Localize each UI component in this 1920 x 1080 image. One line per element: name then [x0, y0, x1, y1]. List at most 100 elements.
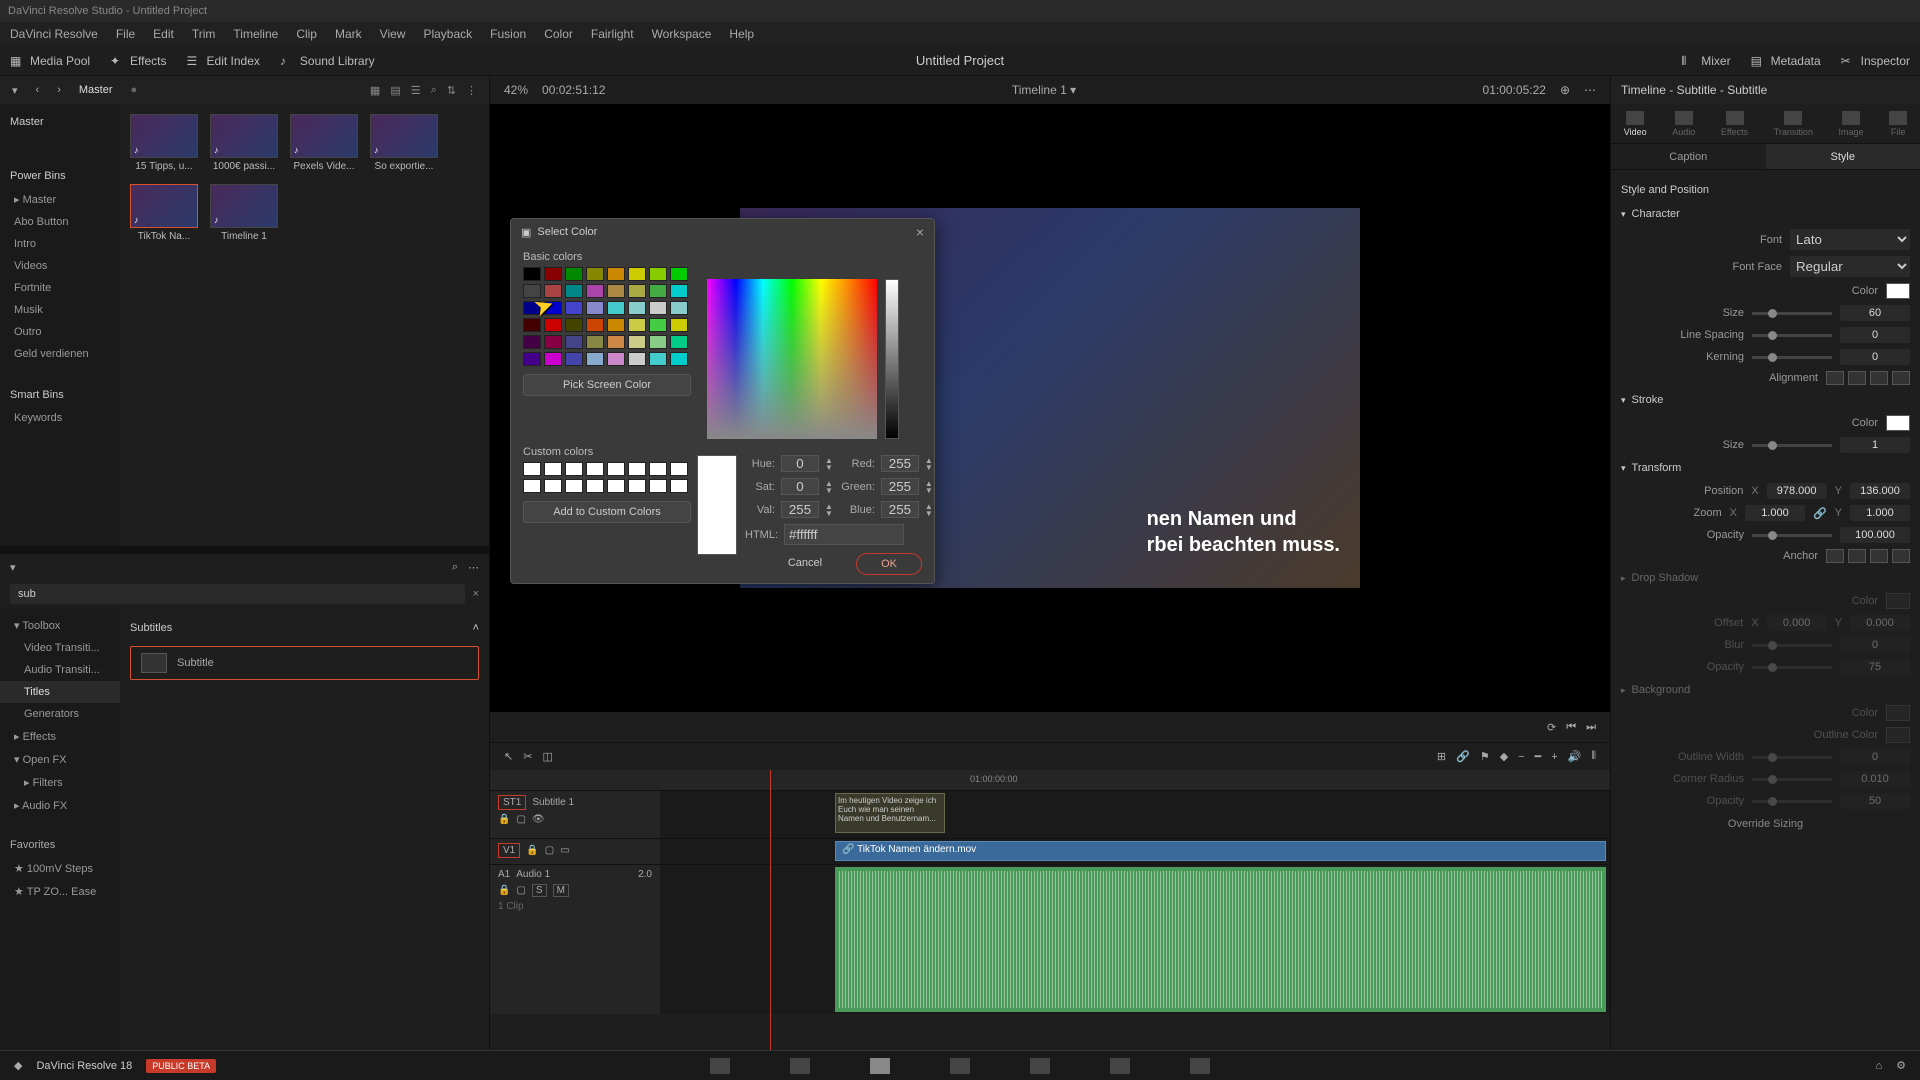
basic-swatch[interactable] [670, 318, 688, 332]
loop-icon[interactable]: ⟳ [1547, 721, 1556, 734]
kerning-input[interactable]: 0 [1840, 349, 1910, 365]
basic-swatch[interactable] [607, 335, 625, 349]
menu-item[interactable]: Fairlight [591, 27, 634, 41]
menu-item[interactable]: DaVinci Resolve [10, 27, 98, 41]
basic-swatch[interactable] [607, 352, 625, 366]
sound-library-button[interactable]: ♪Sound Library [280, 54, 375, 68]
custom-swatch[interactable] [670, 479, 688, 493]
favorite-item[interactable]: ★ 100mV Steps [0, 857, 120, 880]
spinner-icon[interactable]: ▲▼ [825, 480, 833, 494]
custom-swatch[interactable] [628, 462, 646, 476]
basic-swatch[interactable] [544, 318, 562, 332]
custom-swatch[interactable] [523, 462, 541, 476]
bin-item[interactable]: Intro [0, 233, 120, 255]
edit-page-icon[interactable] [870, 1058, 890, 1074]
custom-swatch[interactable] [565, 479, 583, 493]
menu-item[interactable]: Mark [335, 27, 362, 41]
ok-button[interactable]: OK [856, 553, 922, 575]
align-justify-button[interactable] [1892, 371, 1910, 385]
basic-swatch[interactable] [544, 301, 562, 315]
hue-sat-picker[interactable] [707, 279, 877, 439]
filter-icon[interactable]: ⋮ [466, 84, 477, 97]
clip-item[interactable]: 15 Tipps, u... [130, 114, 198, 172]
basic-swatch[interactable] [649, 318, 667, 332]
target-icon[interactable]: ▢ [545, 845, 554, 856]
anchor-button[interactable] [1892, 549, 1910, 563]
basic-swatch[interactable] [670, 284, 688, 298]
clip-item[interactable]: 1000€ passi... [210, 114, 278, 172]
tool-icon[interactable]: ✂ [523, 750, 532, 763]
pos-y-input[interactable]: 136.000 [1850, 483, 1910, 499]
basic-swatch[interactable] [544, 335, 562, 349]
basic-swatch[interactable] [649, 335, 667, 349]
basic-swatch[interactable] [607, 301, 625, 315]
html-input[interactable] [784, 524, 904, 545]
inspector-tab-effects[interactable]: Effects [1721, 111, 1748, 137]
basic-swatch[interactable] [628, 335, 646, 349]
green-input[interactable] [881, 478, 919, 495]
bin-item[interactable]: Musik [0, 299, 120, 321]
basic-swatch[interactable] [565, 267, 583, 281]
color-page-icon[interactable] [1030, 1058, 1050, 1074]
edit-index-button[interactable]: ☰Edit Index [187, 54, 260, 68]
caption-tab[interactable]: Caption [1611, 144, 1766, 169]
section-header[interactable]: ▾Character [1621, 202, 1910, 226]
inspector-tab-file[interactable]: File [1889, 111, 1907, 137]
menu-item[interactable]: Help [729, 27, 754, 41]
spinner-icon[interactable]: ▲▼ [925, 503, 933, 517]
fx-category[interactable]: ▸ Audio FX [0, 794, 120, 817]
zoom-y-input[interactable]: 1.000 [1850, 505, 1910, 521]
menu-item[interactable]: Workspace [652, 27, 712, 41]
bin-item[interactable]: Geld verdienen [0, 343, 120, 365]
stroke-color-swatch[interactable] [1886, 415, 1910, 431]
home-icon[interactable]: ⌂ [1875, 1060, 1882, 1072]
basic-swatch[interactable] [628, 267, 646, 281]
basic-swatch[interactable] [523, 267, 541, 281]
basic-swatch[interactable] [565, 335, 583, 349]
smart-bins-header[interactable]: Smart Bins [0, 383, 120, 407]
basic-swatch[interactable] [523, 301, 541, 315]
menu-item[interactable]: Edit [153, 27, 174, 41]
anchor-button[interactable] [1826, 549, 1844, 563]
basic-swatch[interactable] [628, 352, 646, 366]
clip-item[interactable]: Pexels Vide... [290, 114, 358, 172]
timeline-area[interactable]: 01:00:00:00 ST1Subtitle 1 🔒▢👁 Im heutige… [490, 770, 1610, 1050]
fx-category[interactable]: Audio Transiti... [0, 659, 120, 681]
section-header[interactable]: ▸Drop Shadow [1621, 566, 1910, 590]
fx-category[interactable]: Generators [0, 703, 120, 725]
zoom-in-icon[interactable]: + [1551, 751, 1557, 763]
opacity-input[interactable]: 100.000 [1840, 527, 1910, 543]
align-left-button[interactable] [1826, 371, 1844, 385]
custom-swatch[interactable] [586, 462, 604, 476]
basic-swatch[interactable] [649, 352, 667, 366]
basic-swatch[interactable] [523, 335, 541, 349]
media-pool-button[interactable]: ▦Media Pool [10, 54, 90, 68]
flag-icon[interactable]: ⚑ [1480, 750, 1490, 763]
search-icon[interactable]: ⌕ [452, 561, 458, 574]
custom-swatch[interactable] [565, 462, 583, 476]
audio-clip[interactable] [835, 867, 1606, 1012]
spinner-icon[interactable]: ▲▼ [825, 457, 833, 471]
color-swatch[interactable] [1886, 283, 1910, 299]
pick-screen-color-button[interactable]: Pick Screen Color [523, 374, 691, 396]
zoom-out-icon[interactable]: − [1518, 751, 1524, 763]
sat-input[interactable] [781, 478, 819, 495]
lock-icon[interactable]: 🔒 [498, 885, 510, 896]
section-header[interactable]: ▸Background [1621, 678, 1910, 702]
zoom-level[interactable]: 42% [504, 83, 528, 97]
basic-swatch[interactable] [670, 267, 688, 281]
basic-swatch[interactable] [565, 352, 583, 366]
target-icon[interactable]: ▢ [516, 885, 525, 896]
custom-swatch[interactable] [607, 479, 625, 493]
custom-swatch[interactable] [649, 479, 667, 493]
basic-swatch[interactable] [523, 284, 541, 298]
menu-item[interactable]: Playback [423, 27, 472, 41]
nav-fwd[interactable]: › [57, 84, 61, 96]
fx-category[interactable]: Video Transiti... [0, 637, 120, 659]
deliver-page-icon[interactable] [1190, 1058, 1210, 1074]
zoom-x-input[interactable]: 1.000 [1745, 505, 1805, 521]
basic-swatch[interactable] [544, 352, 562, 366]
linespacing-input[interactable]: 0 [1840, 327, 1910, 343]
stroke-size-input[interactable]: 1 [1840, 437, 1910, 453]
spinner-icon[interactable]: ▲▼ [925, 480, 933, 494]
